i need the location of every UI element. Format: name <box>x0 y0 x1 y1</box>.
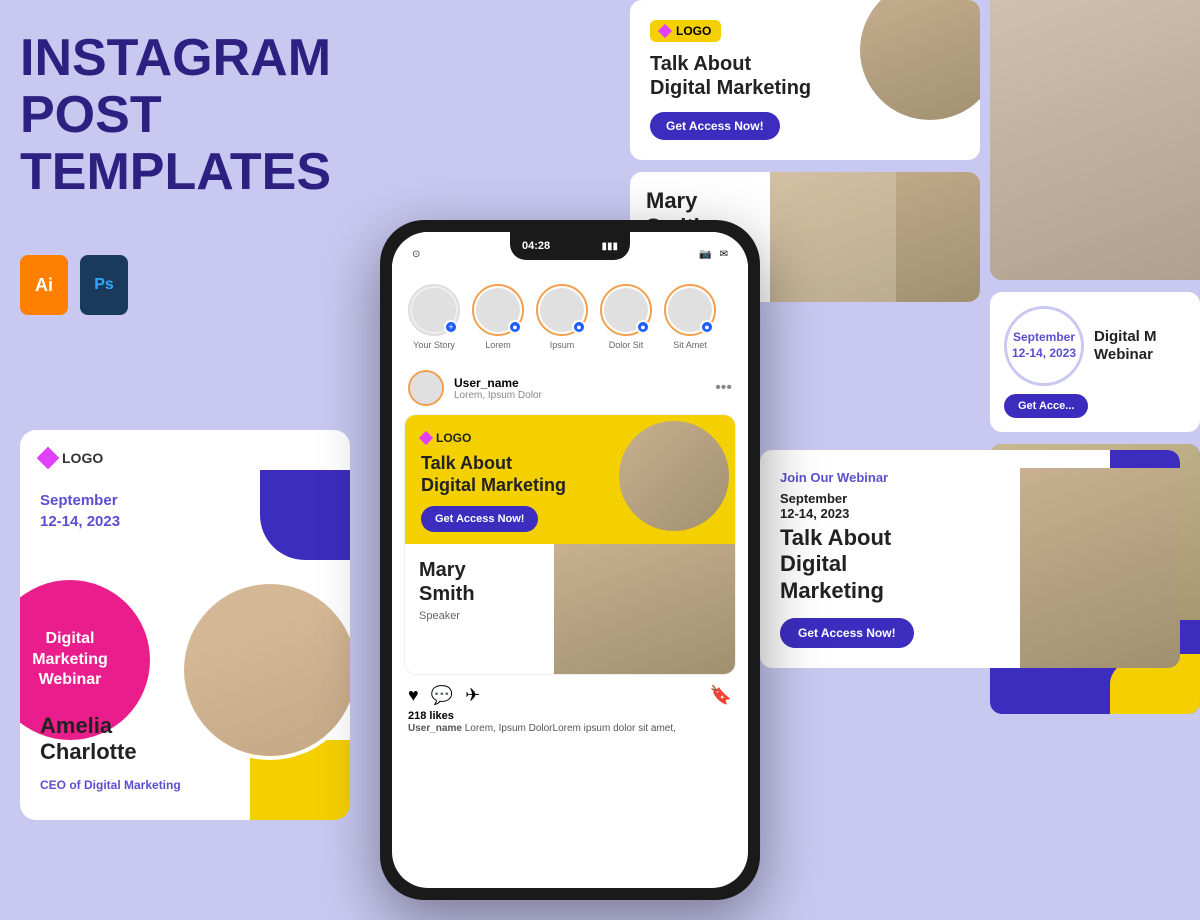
right-mid-content: September12-14, 2023 Digital MWebinar <box>1004 306 1186 386</box>
story-your: + Your Story <box>408 284 460 350</box>
right-mid-text: Digital MWebinar <box>1094 328 1157 364</box>
phone-body: 04:28 ▮▮▮ ⊙ 📷 ✉ + Your Story <box>380 220 760 900</box>
post-avatar <box>408 370 444 406</box>
phone-bottom-right <box>554 544 736 674</box>
right-mid-button[interactable]: Get Acce... <box>1004 394 1088 418</box>
top-card-1-logo: LOGO <box>650 20 721 42</box>
share-icon[interactable]: ✈ <box>465 685 480 706</box>
comment-icon[interactable]: 💬 <box>431 685 453 706</box>
speaker-name: MarySmith <box>419 558 540 606</box>
phone-card-logo: LOGO <box>421 431 587 445</box>
send-icon: ✉ <box>720 249 728 260</box>
software-icons: Ai Ps <box>20 255 128 315</box>
right-mid-date: September12-14, 2023 <box>1012 330 1076 361</box>
photo-overlay <box>770 172 896 302</box>
post-header: User_name Lorem, Ipsum Dolor ••• <box>392 362 748 414</box>
story-amet: ● Sit Amet <box>664 284 716 350</box>
person-role: CEO of Digital Marketing <box>40 778 181 792</box>
right-mid-title: Digital MWebinar <box>1094 328 1157 364</box>
post-user-info: User_name Lorem, Ipsum Dolor <box>454 376 542 401</box>
card-purple-decoration <box>260 470 350 560</box>
phone-logo-diamond <box>419 431 433 445</box>
story-dolor: ● Dolor Sit <box>600 284 652 350</box>
speaker-role: Speaker <box>419 610 540 622</box>
phone-card-title: Talk AboutDigital Marketing <box>421 453 587 496</box>
person-photo <box>180 580 350 760</box>
phone-actions: ♥ 💬 ✈ 🔖 <box>392 675 748 710</box>
action-icons: ♥ 💬 ✈ <box>408 685 480 706</box>
caption-username: User_name <box>408 723 462 734</box>
story-dot-4: ● <box>636 320 650 334</box>
person-image <box>184 584 350 756</box>
bottom-left-card: LOGO September12-14, 2023 DigitalMarketi… <box>20 430 350 820</box>
card-pink-text: DigitalMarketingWebinar <box>22 619 118 701</box>
phone-notch: 04:28 ▮▮▮ <box>510 232 630 260</box>
story-dot-3: ● <box>572 320 586 334</box>
top-card-logo-diamond <box>658 24 672 38</box>
phone-right-icons: 📷 ✉ <box>699 249 728 260</box>
phone-card-bottom: MarySmith Speaker <box>405 544 735 674</box>
phone-card-right <box>599 431 719 532</box>
phone-mockup: 04:28 ▮▮▮ ⊙ 📷 ✉ + Your Story <box>380 220 760 920</box>
phone-card-left: LOGO Talk AboutDigital Marketing Get Acc… <box>421 431 587 532</box>
bottom-center-card: Join Our Webinar September12-14, 2023 Ta… <box>760 450 1180 668</box>
phone-time: 04:28 <box>522 240 550 252</box>
person-name: AmeliaCharlotte <box>40 713 137 765</box>
story-dot-2: ● <box>508 320 522 334</box>
story-label-5: Sit Amet <box>673 340 707 350</box>
right-top-photo <box>990 0 1200 280</box>
story-circle-2[interactable]: ● <box>472 284 524 336</box>
story-circle-1[interactable]: + <box>408 284 460 336</box>
top-card-1-photo <box>860 0 980 120</box>
phone-card-top: LOGO Talk AboutDigital Marketing Get Acc… <box>405 415 735 544</box>
right-top-photo-img <box>990 0 1200 280</box>
more-options-icon[interactable]: ••• <box>715 379 732 397</box>
heart-icon[interactable]: ♥ <box>408 685 419 706</box>
right-mid-circle: September12-14, 2023 <box>1004 306 1084 386</box>
phone-likes: 218 likes <box>392 710 748 722</box>
story-dot-5: ● <box>700 320 714 334</box>
story-ipsum: ● Ipsum <box>536 284 588 350</box>
top-card-logo-text: LOGO <box>676 24 711 38</box>
phone-caption: User_name Lorem, Ipsum DolorLorem ipsum … <box>392 722 748 744</box>
logo-diamond-icon <box>37 447 60 470</box>
bc-button[interactable]: Get Access Now! <box>780 618 914 648</box>
top-card-2-photo <box>770 172 980 302</box>
photo-icon: 📷 <box>699 249 711 260</box>
illustrator-icon: Ai <box>20 255 68 315</box>
speaker-photo <box>554 544 736 674</box>
bc-main-card: Join Our Webinar September12-14, 2023 Ta… <box>760 450 1180 668</box>
story-label-1: Your Story <box>413 340 455 350</box>
phone-battery: ▮▮▮ <box>601 241 618 252</box>
story-lorem: ● Lorem <box>472 284 524 350</box>
right-mid-date-box: September12-14, 2023 <box>1012 330 1076 361</box>
caption-text: Lorem, Ipsum DolorLorem ipsum dolor sit … <box>465 723 676 734</box>
story-label-4: Dolor Sit <box>609 340 644 350</box>
post-username: User_name <box>454 376 542 390</box>
phone-stories: + Your Story ● Lorem ● Ipsum <box>392 276 748 362</box>
top-card-1: LOGO Talk AboutDigital Marketing Get Acc… <box>630 0 980 160</box>
story-circle-5[interactable]: ● <box>664 284 716 336</box>
post-subtitle: Lorem, Ipsum Dolor <box>454 390 542 401</box>
story-add-dot: + <box>444 320 458 334</box>
bc-photo <box>1020 468 1180 668</box>
phone-screen: ⊙ 📷 ✉ + Your Story <box>392 232 748 888</box>
phone-bottom-left: MarySmith Speaker <box>405 544 554 674</box>
phone-cta-button[interactable]: Get Access Now! <box>421 506 538 532</box>
story-circle-4[interactable]: ● <box>600 284 652 336</box>
top-card-1-button[interactable]: Get Access Now! <box>650 112 780 140</box>
card-logo: LOGO <box>40 450 103 466</box>
bookmark-icon[interactable]: 🔖 <box>710 685 732 706</box>
card-date: September12-14, 2023 <box>40 490 120 532</box>
phone-post-card: LOGO Talk AboutDigital Marketing Get Acc… <box>404 414 736 675</box>
story-label-2: Lorem <box>485 340 511 350</box>
camera-icon: ⊙ <box>412 249 420 260</box>
left-section: INSTAGRAM POST TEMPLATES Ai Ps LOGO Sept… <box>0 0 380 900</box>
photoshop-icon: Ps <box>80 255 128 315</box>
story-label-3: Ipsum <box>550 340 575 350</box>
story-circle-3[interactable]: ● <box>536 284 588 336</box>
right-mid-card: September12-14, 2023 Digital MWebinar Ge… <box>990 292 1200 432</box>
main-title: INSTAGRAM POST TEMPLATES <box>20 30 380 202</box>
phone-card-photo-top <box>619 421 729 531</box>
